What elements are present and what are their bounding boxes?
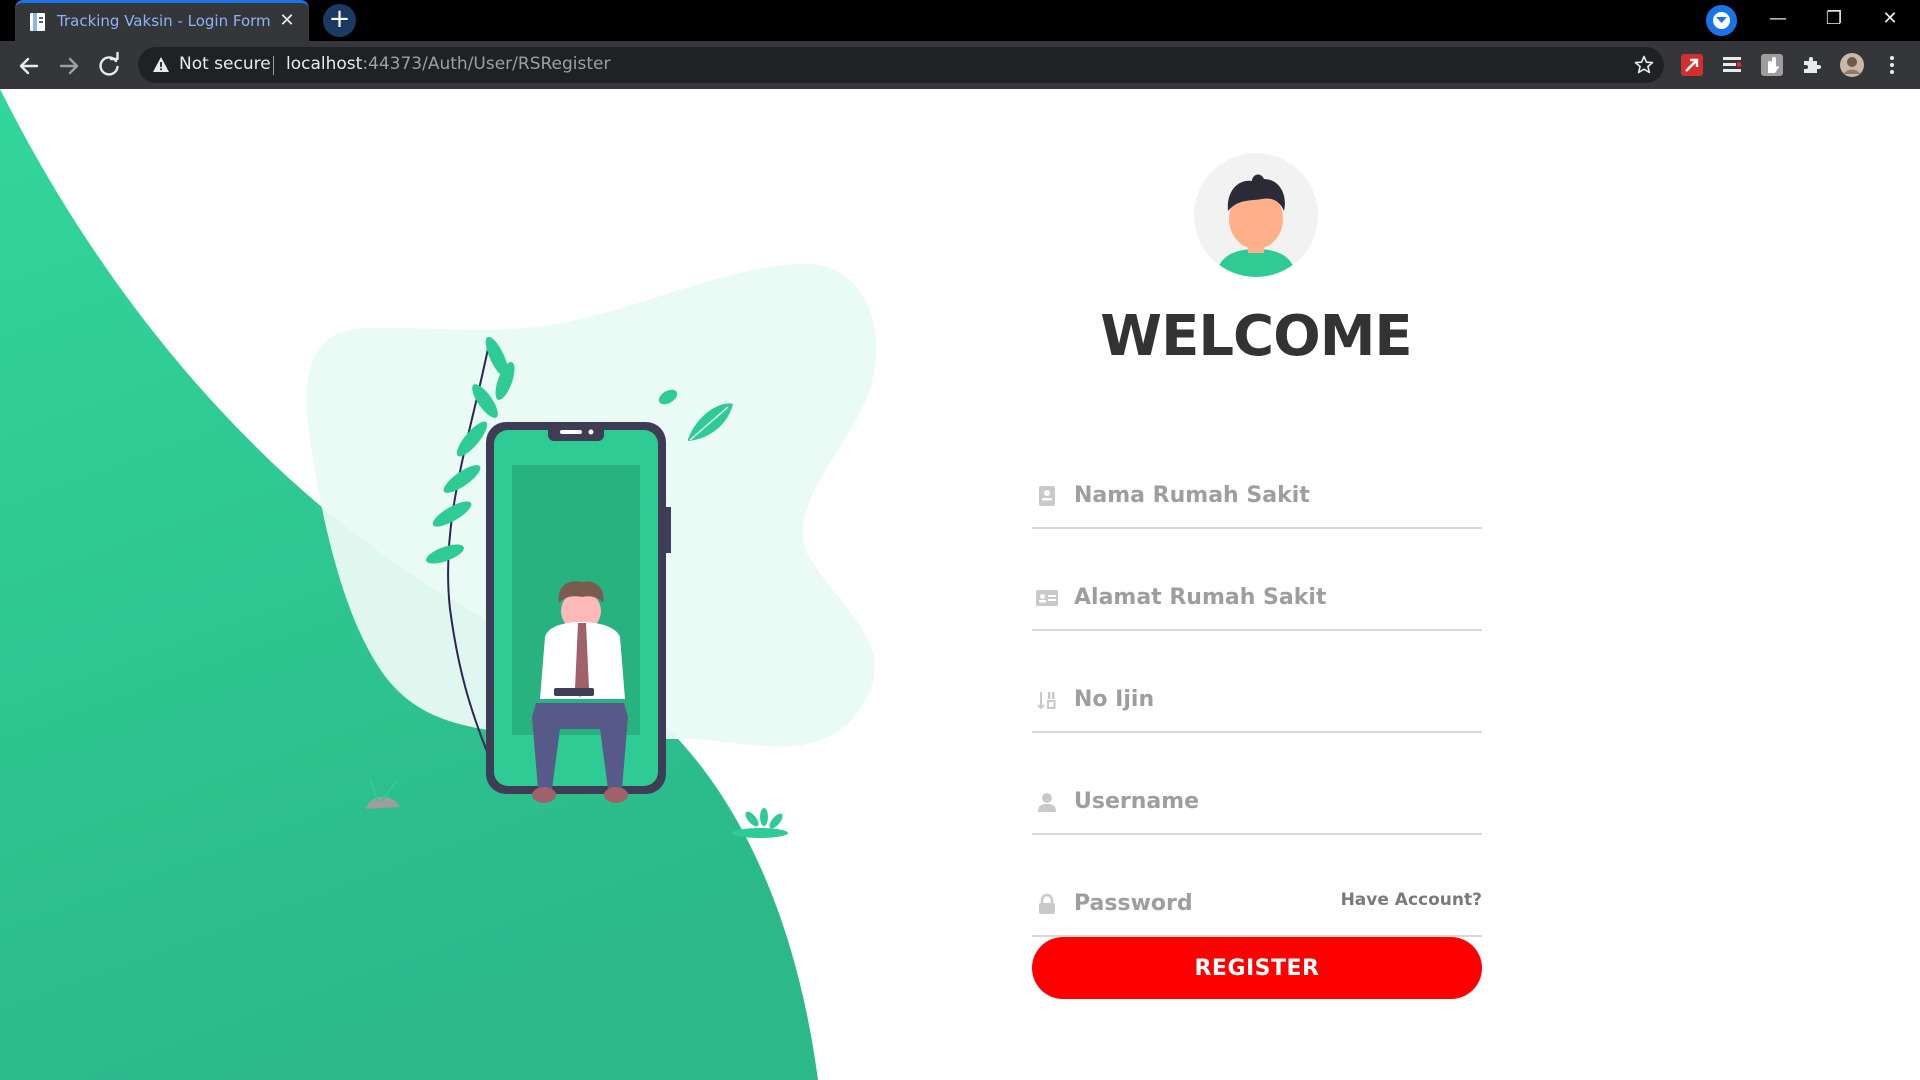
profile-avatar-icon[interactable] <box>1840 53 1864 77</box>
alamat-rumah-sakit-field <box>1032 567 1482 631</box>
nama-rumah-sakit-field <box>1032 465 1482 529</box>
browser-menu-icon[interactable] <box>1880 53 1904 77</box>
window-close-button[interactable]: ✕ <box>1867 0 1913 41</box>
reload-icon[interactable] <box>92 49 126 83</box>
window-restore-button[interactable]: ❐ <box>1811 0 1857 41</box>
username-input[interactable] <box>1074 783 1474 819</box>
extensions-puzzle-icon[interactable] <box>1800 53 1824 77</box>
browser-tab[interactable]: Tracking Vaksin - Login Form ✕ <box>15 0 309 41</box>
extension-stack-icon[interactable] <box>1720 53 1744 77</box>
url-text[interactable]: localhost:44373/Auth/User/RSRegister <box>286 54 611 74</box>
background-illustration <box>0 89 877 1080</box>
address-separator <box>273 56 274 75</box>
address-card-icon <box>1036 590 1058 606</box>
nama-rumah-sakit-input[interactable] <box>1074 477 1474 513</box>
extension-hand-icon[interactable] <box>1760 53 1784 77</box>
bookmark-star-icon[interactable] <box>1634 55 1654 75</box>
lock-icon <box>1039 893 1055 914</box>
have-account-link[interactable]: Have Account? <box>1282 890 1482 910</box>
browser-title-bar: Tracking Vaksin - Login Form ✕ + — ❐ ✕ <box>0 0 1920 41</box>
register-page: WELCOME Nama Rumah Sakit Alamat Rumah Sa… <box>0 89 1920 1080</box>
back-arrow-icon[interactable] <box>12 49 46 83</box>
user-icon <box>1038 793 1056 812</box>
sort-numeric-icon <box>1037 692 1056 710</box>
username-field <box>1032 771 1482 835</box>
security-status-label[interactable]: Not secure <box>179 54 271 74</box>
extension-red-arrow-icon[interactable] <box>1680 53 1704 77</box>
url-path: :44373/Auth/User/RSRegister <box>362 54 611 74</box>
warning-icon <box>153 57 169 72</box>
tab-close-icon[interactable]: ✕ <box>276 9 298 33</box>
welcome-heading: WELCOME <box>1100 304 1412 369</box>
browser-toolbar: Not secure localhost:44373/Auth/User/RSR… <box>0 41 1920 89</box>
chevron-down-icon <box>1716 17 1727 23</box>
user-avatar-icon <box>1194 153 1318 277</box>
new-tab-button[interactable]: + <box>323 4 356 37</box>
no-ijin-input[interactable] <box>1074 681 1474 717</box>
register-button[interactable]: REGISTER <box>1032 937 1482 999</box>
forward-arrow-icon[interactable] <box>52 49 86 83</box>
window-minimize-button[interactable]: — <box>1755 0 1801 41</box>
no-ijin-field <box>1032 669 1482 733</box>
address-bar[interactable]: Not secure localhost:44373/Auth/User/RSR… <box>138 47 1664 83</box>
alamat-rumah-sakit-input[interactable] <box>1074 579 1474 615</box>
document-favicon-icon <box>30 13 45 31</box>
id-card-icon <box>1039 486 1055 506</box>
url-host: localhost <box>286 54 363 74</box>
tab-title: Tracking Vaksin - Login Form <box>57 12 271 30</box>
